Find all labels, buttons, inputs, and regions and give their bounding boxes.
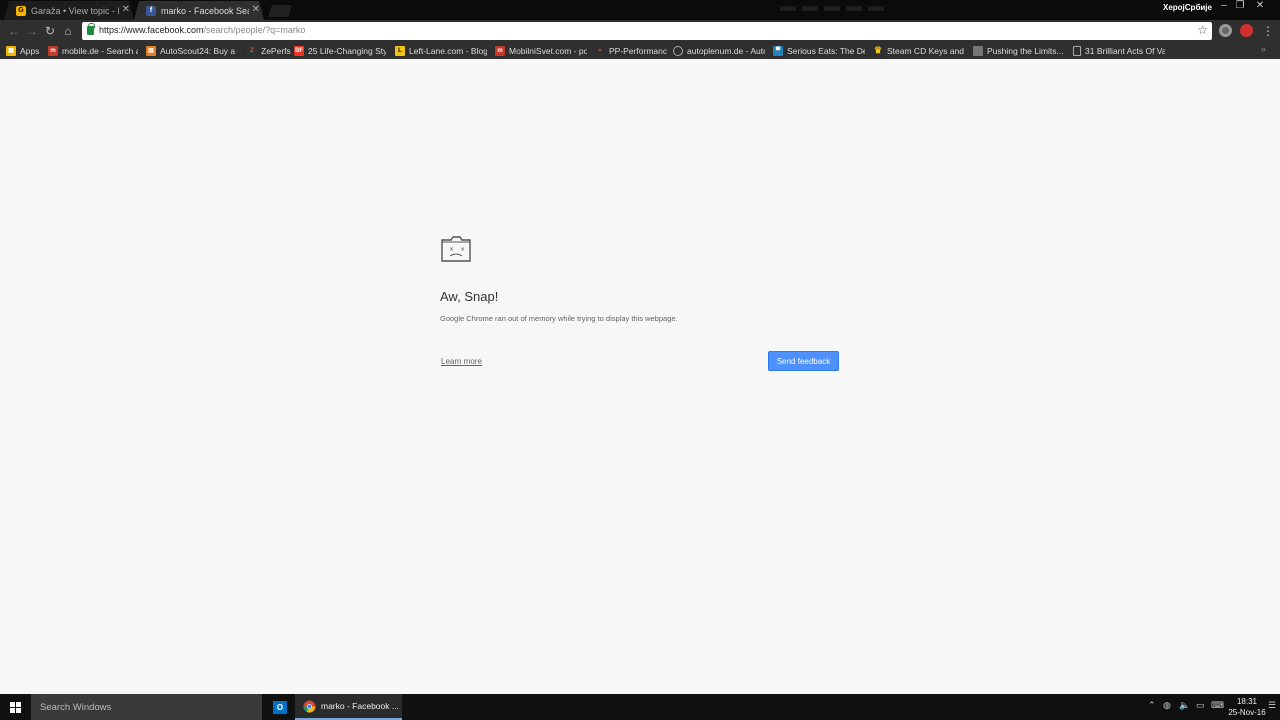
clock-time: 18:31 — [1236, 697, 1258, 706]
bookmark-buzzfeed[interactable]: BF 25 Life-Changing Styl — [294, 44, 386, 57]
tab-facebook[interactable]: f marko - Facebook Searc ✕ — [134, 1, 264, 20]
show-hidden-icons-icon[interactable]: ⌃ — [1148, 700, 1156, 711]
chrome-taskbar-button[interactable]: marko - Facebook ... — [295, 694, 402, 720]
zp-icon: Z — [247, 45, 257, 56]
bookmark-star-icon[interactable]: ☆ — [1197, 23, 1208, 37]
crash-page: × × Aw, Snap! Google Chrome ran out of m… — [0, 59, 1280, 694]
globe-icon — [673, 45, 683, 56]
reload-icon[interactable]: ↻ — [42, 23, 58, 39]
bf-icon: BF — [294, 45, 304, 56]
volume-icon[interactable]: 🔈 — [1179, 700, 1190, 711]
home-icon[interactable]: ⌂ — [60, 23, 76, 39]
svg-text:×: × — [460, 246, 465, 253]
crash-title: Aw, Snap! — [440, 289, 499, 304]
theme-logo: ▬▬▬▬▬ — [780, 0, 890, 15]
tab-close-icon[interactable]: ✕ — [252, 5, 260, 15]
bookmark-mobilnisvet[interactable]: m MobilniSvet.com - po — [495, 44, 587, 57]
bookmark-zeperfs[interactable]: Z ZePerfs — [247, 44, 291, 57]
chrome-icon — [303, 700, 316, 713]
apps-icon: ▦ — [6, 45, 16, 56]
ms-icon: m — [495, 45, 505, 56]
display-icon[interactable]: ▭ — [1196, 700, 1205, 711]
bookmark-apps[interactable]: ▦ Apps — [6, 44, 44, 57]
bookmarks-bar: ▦ Apps m mobile.de - Search an ▤ AutoSco… — [0, 42, 1280, 59]
crash-description: Google Chrome ran out of memory while tr… — [440, 314, 678, 323]
tab-title: marko - Facebook Searc — [161, 5, 248, 16]
restore-icon[interactable]: ❐ — [1232, 0, 1248, 14]
tab-garaza[interactable]: G Garaža • View topic - Ra ✕ — [4, 1, 134, 20]
back-icon[interactable]: ← — [6, 23, 22, 39]
tab-title: Garaža • View topic - Ra — [31, 5, 116, 16]
bookmark-brilliant-acts[interactable]: 31 Brilliant Acts Of Va — [1073, 44, 1165, 57]
learn-more-link[interactable]: Learn more — [441, 357, 482, 366]
ll-icon: L — [395, 45, 405, 56]
crown-icon: ♛ — [873, 45, 883, 55]
new-tab-button[interactable] — [268, 5, 292, 17]
as24-icon: ▤ — [146, 45, 156, 56]
lock-icon — [87, 23, 95, 35]
outlook-taskbar-button[interactable]: O — [266, 694, 294, 720]
menu-icon[interactable]: ⋮ — [1260, 23, 1276, 39]
image-icon — [973, 45, 983, 56]
bookmark-serious-eats[interactable]: ▀ Serious Eats: The Des — [773, 44, 865, 57]
keyboard-icon[interactable]: ⌨ — [1211, 700, 1224, 711]
address-bar[interactable]: https://www.facebook.com/search/people/?… — [82, 22, 1212, 40]
outlook-icon: O — [273, 700, 287, 714]
taskbar: Search Windows O marko - Facebook ... ⌃ … — [0, 694, 1280, 720]
facebook-favicon-icon: f — [146, 6, 156, 16]
bookmarks-overflow-icon[interactable]: » — [1261, 44, 1266, 54]
bookmark-pushing-limits[interactable]: Pushing the Limits... — [973, 44, 1065, 57]
sad-tab-icon: × × — [441, 236, 471, 262]
toolbar: ← → ↻ ⌂ https://www.facebook.com/search/… — [0, 20, 1280, 42]
extension-icon[interactable] — [1219, 24, 1232, 37]
minimize-icon[interactable]: – — [1216, 0, 1232, 14]
m-icon: m — [48, 45, 58, 56]
pp-icon: ≈ — [598, 47, 602, 54]
clock-date: 25-Nov-16 — [1228, 708, 1266, 717]
windows-search-box[interactable]: Search Windows — [31, 694, 262, 720]
bookmark-mobile-de[interactable]: m mobile.de - Search an — [48, 44, 138, 57]
bookmark-autoplenum[interactable]: autoplenum.de - Auto — [673, 44, 765, 57]
tab-strip: G Garaža • View topic - Ra ✕ f marko - F… — [0, 0, 1280, 20]
clock[interactable]: 18:31 25-Nov-16 — [1224, 696, 1270, 718]
bookmark-autoscout24[interactable]: ▤ AutoScout24: Buy a c — [146, 44, 238, 57]
tab-close-icon[interactable]: ✕ — [122, 5, 130, 15]
network-globe-icon[interactable]: ◍ — [1163, 700, 1171, 711]
url-text: https://www.facebook.com/search/people/?… — [99, 25, 306, 35]
bookmark-steam-keys[interactable]: ♛ Steam CD Keys and G — [873, 44, 965, 57]
profile-name[interactable]: ХерojСрбије — [1163, 3, 1212, 12]
windows-logo-icon — [10, 701, 21, 713]
forum-favicon-icon: G — [16, 6, 26, 16]
notifications-icon[interactable]: ☰ — [1268, 700, 1276, 711]
doc-icon — [1073, 45, 1081, 56]
forward-icon[interactable]: → — [24, 23, 40, 39]
bookmark-pp-performance[interactable]: ≈ PP-Performance — [595, 44, 667, 57]
start-button[interactable] — [0, 694, 31, 720]
opera-extension-icon[interactable] — [1240, 24, 1253, 37]
close-window-icon[interactable]: ✕ — [1252, 0, 1268, 14]
svg-text:×: × — [449, 246, 454, 253]
se-icon: ▀ — [773, 45, 783, 56]
bookmark-left-lane[interactable]: L Left-Lane.com - Blog — [395, 44, 487, 57]
send-feedback-button[interactable]: Send feedback — [768, 351, 839, 371]
